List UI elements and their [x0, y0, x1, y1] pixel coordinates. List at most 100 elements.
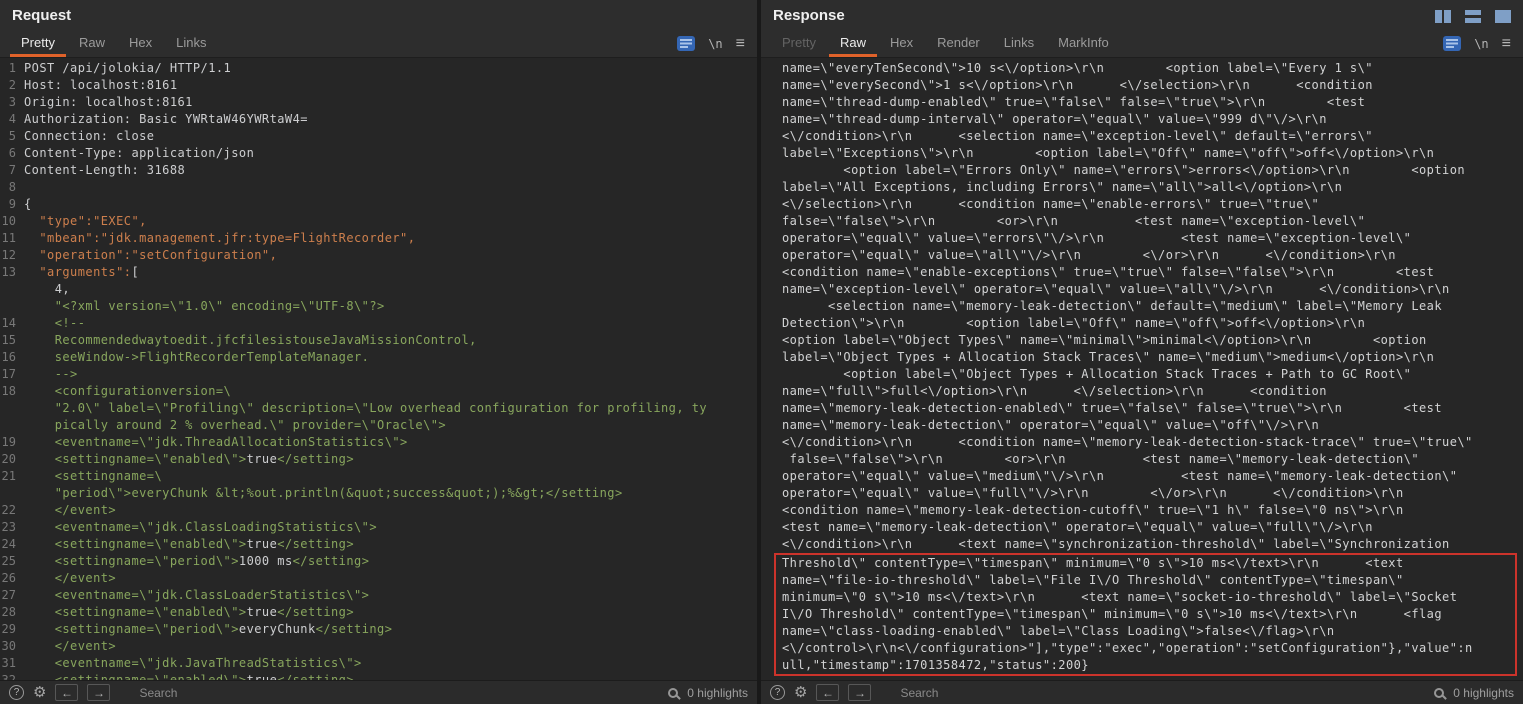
- tab-response-links[interactable]: Links: [993, 30, 1045, 57]
- line-number: 31: [0, 655, 24, 672]
- request-code-line: 30 </event>: [0, 638, 757, 655]
- tab-response-markinfo[interactable]: MarkInfo: [1047, 30, 1120, 57]
- line-number: 16: [0, 349, 24, 366]
- help-icon[interactable]: ?: [9, 685, 24, 700]
- magnifier-icon[interactable]: [1434, 688, 1444, 698]
- tab-response-raw[interactable]: Raw: [829, 30, 877, 57]
- response-code-line: <condition name=\"memory-leak-detection-…: [782, 502, 1523, 519]
- line-number: 1: [0, 60, 24, 77]
- request-code-line: 3Origin: localhost:8161: [0, 94, 757, 111]
- request-code-line: 19 <eventname=\"jdk.ThreadAllocationStat…: [0, 434, 757, 451]
- line-number: 26: [0, 570, 24, 587]
- search-input[interactable]: [137, 685, 660, 701]
- request-code-line: pically around 2 % overhead.\" provider=…: [0, 417, 757, 434]
- tab-response-pretty[interactable]: Pretty: [771, 30, 827, 57]
- response-code-line: operator=\"equal\" value=\"errors\"\/>\r…: [782, 230, 1523, 247]
- highlights-count: 0 highlights: [687, 686, 748, 700]
- newline-toggle-icon[interactable]: \n: [1474, 37, 1488, 51]
- tab-response-render[interactable]: Render: [926, 30, 991, 57]
- request-code-line: 7Content-Length: 31688: [0, 162, 757, 179]
- editor-menu-icon[interactable]: ≡: [736, 36, 745, 52]
- line-number: 13: [0, 264, 24, 281]
- line-number: 23: [0, 519, 24, 536]
- search-next-button[interactable]: →: [848, 684, 871, 701]
- response-code-line: I\/O Threshold\" contentType=\"timespan\…: [782, 606, 1515, 623]
- request-code-line: "<?xml version=\"1.0\" encoding=\"UTF-8\…: [0, 298, 757, 315]
- line-number: 30: [0, 638, 24, 655]
- request-tabbar: Pretty Raw Hex Links \n ≡: [0, 30, 757, 58]
- response-panel: Response Pretty Raw Hex Render Links Mar…: [761, 0, 1523, 704]
- request-editor-tools: \n ≡: [677, 30, 747, 57]
- search-prev-button[interactable]: ←: [816, 684, 839, 701]
- response-code-line: <\/condition>\r\n <selection name=\"exce…: [782, 128, 1523, 145]
- request-code-line: 28 <settingname=\"enabled\">true</settin…: [0, 604, 757, 621]
- response-code-line: name=\"thread-dump-interval\" operator=\…: [782, 111, 1523, 128]
- line-number: 29: [0, 621, 24, 638]
- layout-buttons: [1435, 8, 1511, 23]
- request-editor[interactable]: 1POST /api/jolokia/ HTTP/1.12Host: local…: [0, 58, 757, 680]
- response-code-line: name=\"everyTenSecond\">10 s<\/option>\r…: [782, 60, 1523, 77]
- request-code-line: 20 <settingname=\"enabled\">true</settin…: [0, 451, 757, 468]
- request-code-line: 29 <settingname=\"period\">everyChunk</s…: [0, 621, 757, 638]
- format-icon[interactable]: [677, 36, 695, 51]
- tab-request-raw[interactable]: Raw: [68, 30, 116, 57]
- line-number: 3: [0, 94, 24, 111]
- request-code-line: 11 "mbean":"jdk.management.jfr:type=Flig…: [0, 230, 757, 247]
- settings-gear-icon[interactable]: ⚙: [33, 685, 46, 700]
- rows-layout-icon[interactable]: [1465, 10, 1481, 23]
- line-number: 24: [0, 536, 24, 553]
- response-code-line: ull,"timestamp":1701358472,"status":200}: [782, 657, 1515, 674]
- response-panel-header: Response: [761, 0, 1523, 30]
- tab-request-links[interactable]: Links: [165, 30, 217, 57]
- line-number: 8: [0, 179, 24, 196]
- tab-request-hex[interactable]: Hex: [118, 30, 163, 57]
- response-code-line: operator=\"equal\" value=\"medium\"\/>\r…: [782, 468, 1523, 485]
- response-code-line: <\/control>\r\n<\/configuration>"],"type…: [782, 640, 1515, 657]
- request-code-line: "2.0\" label=\"Profiling\" description=\…: [0, 400, 757, 417]
- help-icon[interactable]: ?: [770, 685, 785, 700]
- line-number: 10: [0, 213, 24, 230]
- settings-gear-icon[interactable]: ⚙: [794, 685, 807, 700]
- single-layout-icon[interactable]: [1495, 10, 1511, 23]
- request-code-line: 1POST /api/jolokia/ HTTP/1.1: [0, 60, 757, 77]
- response-editor[interactable]: name=\"everyTenSecond\">10 s<\/option>\r…: [761, 58, 1523, 680]
- editor-menu-icon[interactable]: ≡: [1502, 36, 1511, 52]
- line-number: 20: [0, 451, 24, 468]
- search-input[interactable]: [898, 685, 1426, 701]
- response-code-line: name=\"exception-level\" operator=\"equa…: [782, 281, 1523, 298]
- response-code-line: minimum=\"0 s\">10 ms<\/text>\r\n <text …: [782, 589, 1515, 606]
- request-code-line: 4,: [0, 281, 757, 298]
- search-prev-button[interactable]: ←: [55, 684, 78, 701]
- format-icon[interactable]: [1443, 36, 1461, 51]
- line-number: 21: [0, 468, 24, 485]
- newline-toggle-icon[interactable]: \n: [708, 37, 722, 51]
- request-searchbar: ? ⚙ ← → 0 highlights: [0, 680, 757, 704]
- response-editor-tools: \n ≡: [1443, 30, 1513, 57]
- magnifier-icon[interactable]: [668, 688, 678, 698]
- response-code-line: name=\"memory-leak-detection\" operator=…: [782, 417, 1523, 434]
- response-searchbar: ? ⚙ ← → 0 highlights: [761, 680, 1523, 704]
- search-next-button[interactable]: →: [87, 684, 110, 701]
- response-code-line: Detection\">\r\n <option label=\"Off\" n…: [782, 315, 1523, 332]
- request-code-line: 25 <settingname=\"period\">1000 ms</sett…: [0, 553, 757, 570]
- response-code-line: label=\"Exceptions\">\r\n <option label=…: [782, 145, 1523, 162]
- response-code-line: name=\"everySecond\">1 s<\/option>\r\n <…: [782, 77, 1523, 94]
- response-code-line: false=\"false\">\r\n <or>\r\n <test name…: [782, 213, 1523, 230]
- line-number: 12: [0, 247, 24, 264]
- request-code-line: 21 <settingname=\: [0, 468, 757, 485]
- request-searchfield: [137, 685, 678, 701]
- tab-request-pretty[interactable]: Pretty: [10, 30, 66, 57]
- tab-response-hex[interactable]: Hex: [879, 30, 924, 57]
- request-code-line: 31 <eventname=\"jdk.JavaThreadStatistics…: [0, 655, 757, 672]
- response-code-line: false=\"false\">\r\n <or>\r\n <test name…: [782, 451, 1523, 468]
- response-code-line: name=\"file-io-threshold\" label=\"File …: [782, 572, 1515, 589]
- response-tabbar: Pretty Raw Hex Render Links MarkInfo \n …: [761, 30, 1523, 58]
- request-code-line: 27 <eventname=\"jdk.ClassLoaderStatistic…: [0, 587, 757, 604]
- response-code-line: label=\"Object Types + Allocation Stack …: [782, 349, 1523, 366]
- line-number: 7: [0, 162, 24, 179]
- repeater-window: Request Pretty Raw Hex Links \n ≡ 1POST …: [0, 0, 1523, 704]
- response-code-line: name=\"thread-dump-enabled\" true=\"fals…: [782, 94, 1523, 111]
- columns-layout-icon[interactable]: [1435, 10, 1451, 23]
- response-code-line: operator=\"equal\" value=\"full\"\/>\r\n…: [782, 485, 1523, 502]
- line-number: 32: [0, 672, 24, 680]
